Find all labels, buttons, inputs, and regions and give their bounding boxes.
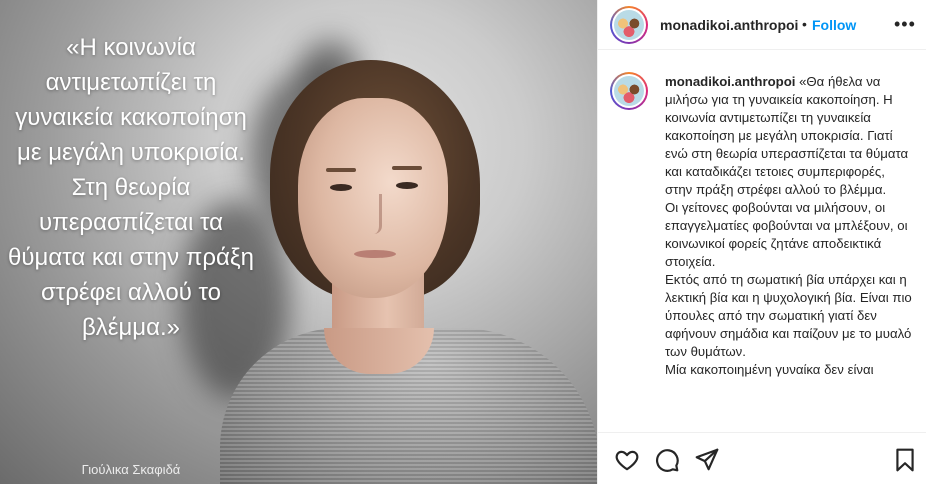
caption-body: «Θα ήθελα να μιλήσω για τη γυναικεία κακ… xyxy=(665,74,912,377)
portrait-figure xyxy=(220,60,597,484)
post-image[interactable]: «Η κοινωνία αντιμετωπίζει τη γυναικεία κ… xyxy=(0,0,597,484)
header-separator: • xyxy=(802,16,807,32)
header-username[interactable]: monadikoi.anthropoi xyxy=(660,17,798,33)
avatar-image xyxy=(614,10,644,40)
comment-icon[interactable] xyxy=(654,447,680,473)
post-header: monadikoi.anthropoi • Follow ••• xyxy=(598,0,926,50)
portrait-brow xyxy=(326,168,356,172)
portrait-eye xyxy=(396,182,418,189)
portrait-brow xyxy=(392,166,422,170)
bookmark-icon[interactable] xyxy=(892,447,918,473)
portrait-nose xyxy=(370,194,382,234)
avatar[interactable] xyxy=(610,6,648,44)
heart-icon[interactable] xyxy=(614,447,640,473)
caption-area[interactable]: monadikoi.anthropoi «Θα ήθελα να μιλήσω … xyxy=(598,61,926,431)
caption-username[interactable]: monadikoi.anthropoi xyxy=(665,74,795,89)
portrait-face xyxy=(298,98,448,298)
quote-text: «Η κοινωνία αντιμετωπίζει τη γυναικεία κ… xyxy=(8,34,254,341)
caption-avatar[interactable] xyxy=(610,72,648,110)
portrait-mouth xyxy=(354,250,396,258)
action-bar xyxy=(598,432,926,484)
portrait-eye xyxy=(330,184,352,191)
caption-text: monadikoi.anthropoi «Θα ήθελα να μιλήσω … xyxy=(665,73,913,379)
share-icon[interactable] xyxy=(694,447,720,473)
post-side-panel: monadikoi.anthropoi • Follow ••• monadik… xyxy=(597,0,926,484)
avatar-image xyxy=(614,76,644,106)
more-options-icon[interactable]: ••• xyxy=(894,14,916,35)
follow-button[interactable]: Follow xyxy=(812,17,856,33)
quote-author: Γιούλικα Σκαφιδά xyxy=(81,462,181,477)
